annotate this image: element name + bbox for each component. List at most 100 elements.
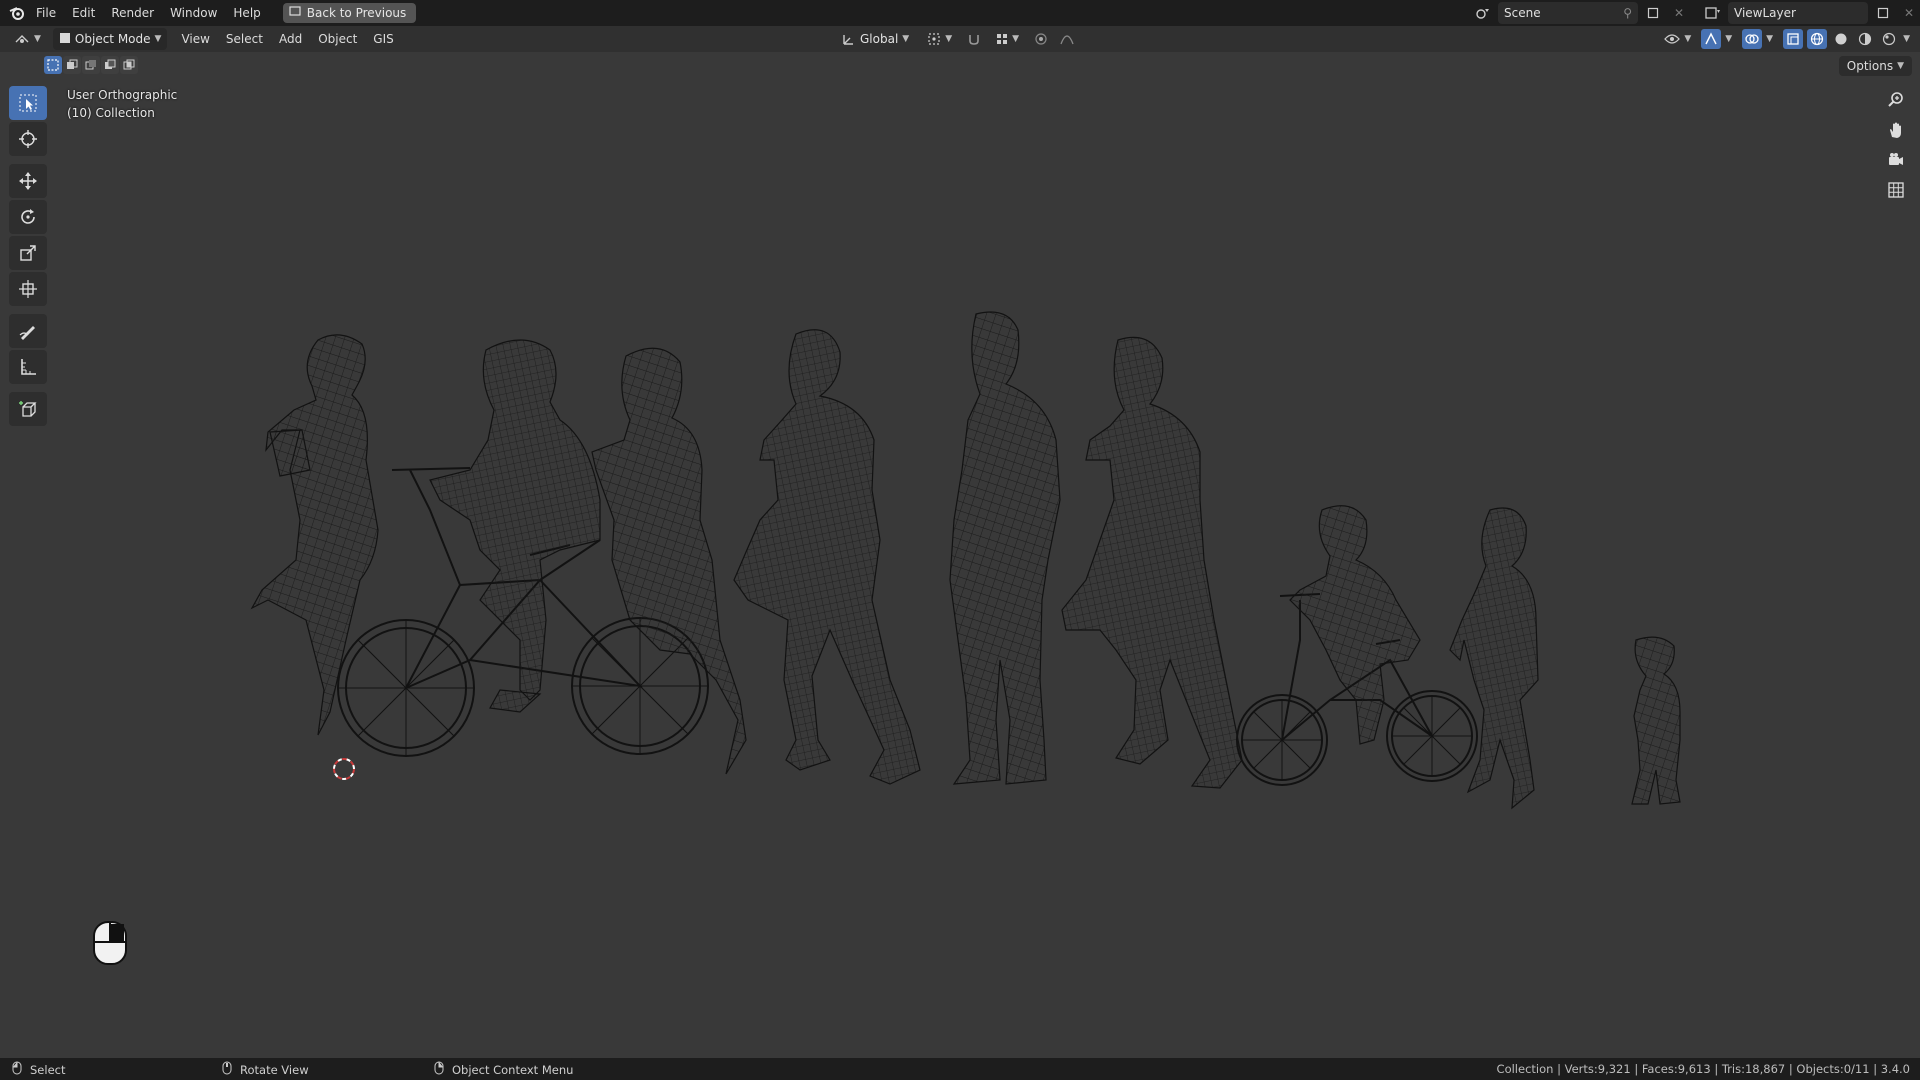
scene-name-field[interactable]: Scene ⚲: [1498, 2, 1638, 24]
menu-view[interactable]: View: [173, 28, 217, 50]
wireframe-figure-woman-2[interactable]: [591, 347, 747, 775]
menu-add[interactable]: Add: [271, 28, 310, 50]
tool-cursor[interactable]: [9, 122, 47, 156]
tool-scale[interactable]: [9, 236, 47, 270]
select-subtract-icon[interactable]: [82, 56, 100, 74]
mouse-button-indicator-icon: [92, 920, 128, 966]
pin-icon[interactable]: ⚲: [1623, 6, 1632, 20]
menu-gis[interactable]: GIS: [365, 28, 401, 50]
menu-object[interactable]: Object: [310, 28, 365, 50]
blender-logo-icon[interactable]: [6, 2, 28, 24]
left-mouse-icon: [12, 1061, 22, 1078]
scene-selector-group: Scene ⚲ ✕ ViewLayer ✕: [1472, 2, 1920, 24]
chevron-down-icon[interactable]: ▼: [1725, 34, 1732, 44]
rendered-shading-icon[interactable]: [1879, 29, 1899, 49]
tool-transform[interactable]: [9, 272, 47, 306]
editor-type-dropdown[interactable]: ▼: [8, 28, 47, 50]
snap-target-dropdown[interactable]: ▼: [990, 28, 1025, 50]
orthographic-grid-icon[interactable]: [1884, 178, 1908, 202]
scene-statistics: Collection | Verts:9,321 | Faces:9,613 |…: [1496, 1062, 1910, 1076]
material-preview-shading-icon[interactable]: [1855, 29, 1875, 49]
wireframe-figure-toddler[interactable]: [1631, 636, 1681, 805]
tool-add-cube[interactable]: [9, 392, 47, 426]
scene-browse-icon[interactable]: [1472, 2, 1494, 24]
chevron-down-icon: ▼: [1684, 34, 1692, 44]
transform-orientation-label: Global: [860, 32, 899, 46]
status-select-hint: Select: [12, 1061, 65, 1078]
select-extend-icon[interactable]: [63, 56, 81, 74]
chevron-down-icon: ▼: [154, 34, 162, 44]
xray-toggle-icon[interactable]: [1783, 29, 1804, 49]
transform-orientation-dropdown[interactable]: Global ▼: [836, 28, 915, 50]
chevron-down-icon[interactable]: ▼: [1766, 34, 1773, 44]
object-mode-icon: [59, 32, 71, 47]
tool-select-box[interactable]: [9, 86, 47, 120]
status-bar: Select Rotate View Object Context Menu C…: [0, 1058, 1920, 1080]
navigation-gizmos: [1884, 88, 1908, 202]
view-layer-name: ViewLayer: [1734, 6, 1796, 20]
chevron-down-icon: ▼: [902, 34, 910, 44]
solid-shading-icon[interactable]: [1831, 29, 1851, 49]
visibility-dropdown[interactable]: ▼: [1658, 28, 1697, 50]
tool-annotate[interactable]: [9, 314, 47, 348]
pivot-point-dropdown[interactable]: ▼: [921, 28, 958, 50]
status-context-hint: Object Context Menu: [434, 1061, 573, 1078]
viewport-canvas[interactable]: [0, 0, 1920, 1080]
middle-mouse-icon: [222, 1061, 232, 1078]
pan-hand-icon[interactable]: [1884, 118, 1908, 142]
falloff-curve-icon[interactable]: [1057, 29, 1077, 49]
mode-dropdown[interactable]: Object Mode ▼: [52, 28, 168, 50]
wireframe-figure-man-1[interactable]: [733, 329, 921, 785]
wireframe-shading-icon[interactable]: [1807, 29, 1828, 49]
chevron-down-icon: ▼: [945, 34, 953, 44]
wireframe-bicycle-small[interactable]: [1236, 593, 1478, 786]
3d-cursor-icon: [333, 758, 355, 780]
menu-help[interactable]: Help: [225, 2, 268, 24]
snap-toggle-icon[interactable]: [964, 29, 984, 49]
menu-render[interactable]: Render: [103, 2, 162, 24]
top-menu-bar: File Edit Render Window Help Back to Pre…: [0, 0, 1920, 26]
camera-view-icon[interactable]: [1884, 148, 1908, 172]
select-invert-icon[interactable]: [101, 56, 119, 74]
menu-window[interactable]: Window: [162, 2, 225, 24]
scene-name: Scene: [1504, 6, 1541, 20]
chevron-down-icon: ▼: [1897, 61, 1904, 71]
wireframe-bicycle-large[interactable]: [337, 467, 709, 757]
select-intersect-icon[interactable]: [120, 56, 138, 74]
menu-edit[interactable]: Edit: [64, 2, 103, 24]
viewport-display-tools: ▼ ▼ ▼ ▼: [1658, 28, 1910, 50]
viewport-info: User Orthographic (10) Collection: [67, 86, 177, 122]
view-layer-browse-icon[interactable]: [1702, 2, 1724, 24]
wireframe-figure-man-3[interactable]: [1061, 336, 1243, 789]
wireframe-figure-child-cyclist[interactable]: [1289, 505, 1421, 745]
select-new-icon[interactable]: [44, 56, 62, 74]
gizmo-toggle-icon[interactable]: [1701, 29, 1722, 49]
proportional-editing-icon[interactable]: [1031, 29, 1051, 49]
wireframe-figure-cyclist[interactable]: [429, 339, 601, 713]
view-name: User Orthographic: [67, 88, 178, 102]
zoom-icon[interactable]: [1884, 88, 1908, 112]
back-to-previous-button[interactable]: Back to Previous: [282, 3, 417, 23]
new-scene-icon[interactable]: [1642, 2, 1664, 24]
transform-tools: Global ▼ ▼ ▼: [836, 28, 1077, 50]
wireframe-figure-woman-1[interactable]: [250, 334, 379, 736]
delete-scene-icon[interactable]: ✕: [1668, 2, 1690, 24]
selection-mode-buttons: [44, 56, 138, 74]
wireframe-figure-child-walking[interactable]: [1449, 507, 1539, 810]
tool-measure[interactable]: [9, 350, 47, 384]
status-select-label: Select: [30, 1062, 66, 1077]
tool-move[interactable]: [9, 164, 47, 198]
mode-label: Object Mode: [74, 32, 151, 46]
wireframe-figure-man-2[interactable]: [949, 311, 1061, 785]
menu-file[interactable]: File: [28, 2, 64, 24]
new-view-layer-icon[interactable]: [1872, 2, 1894, 24]
options-dropdown[interactable]: Options ▼: [1838, 56, 1912, 76]
tool-rotate[interactable]: [9, 200, 47, 234]
chevron-down-icon[interactable]: ▼: [1903, 34, 1910, 44]
menu-select[interactable]: Select: [218, 28, 271, 50]
delete-view-layer-icon[interactable]: ✕: [1898, 2, 1920, 24]
overlays-toggle-icon[interactable]: [1742, 29, 1763, 49]
viewport-header: ▼ Object Mode ▼ View Select Add Object G…: [0, 26, 1920, 52]
view-layer-field[interactable]: ViewLayer: [1728, 2, 1868, 24]
tool-shelf: [9, 86, 47, 428]
